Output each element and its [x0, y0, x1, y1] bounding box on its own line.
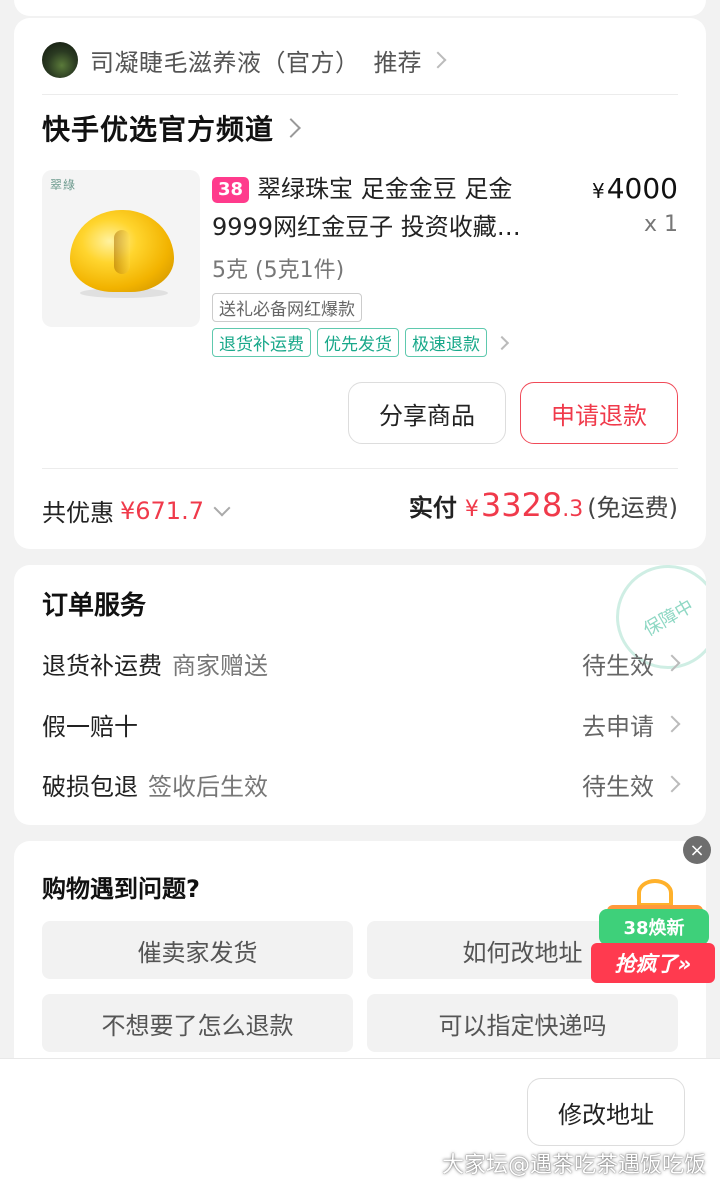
- order-service-card: 订单服务 保障中 退货补运费 商家赠送 待生效 假一赔十 去申请 破损包退 签收…: [14, 565, 706, 825]
- brand-mark: 翠綠: [50, 178, 77, 192]
- product-title[interactable]: 38 翠绿珠宝 足金金豆 足金 9999网红金豆子 投资收藏…: [212, 170, 552, 246]
- order-card: 司凝睫毛滋养液（官方） 推荐 快手优选官方频道 翠綠 38 翠绿珠宝 足金金豆 足…: [14, 18, 706, 549]
- previous-card: [14, 0, 706, 16]
- product-tag-hot: 送礼必备网红爆款: [212, 293, 362, 322]
- service-status: 待生效: [582, 646, 681, 681]
- watermark: 大家坛@遇茶吃茶遇饭吃饭: [441, 1153, 706, 1178]
- channel-link[interactable]: 快手优选官方频道: [42, 108, 301, 148]
- refund-help-button[interactable]: 不想要了怎么退款: [42, 994, 353, 1052]
- shipping-fee: (免运费): [587, 494, 678, 522]
- service-name: 假一赔十: [42, 712, 138, 741]
- discount-label: 共优惠: [42, 499, 114, 527]
- share-product-button[interactable]: 分享商品: [348, 382, 506, 444]
- product-title-line-2: 9999网红金豆子 投资收藏…: [212, 213, 521, 241]
- discount-amount: ¥671.7: [120, 496, 204, 525]
- tag-priority-shipping: 优先发货: [317, 328, 399, 357]
- divider: [42, 94, 678, 95]
- problem-title: 购物遇到问题?: [42, 875, 200, 903]
- product-spec: 5克 (5克1件): [212, 258, 345, 283]
- store-name: 司凝睫毛滋养液（官方）: [90, 48, 360, 77]
- chevron-right-icon: [663, 775, 681, 793]
- gold-bean-highlight: [114, 230, 130, 274]
- chevron-right-icon: [281, 118, 301, 138]
- service-row-return-shipping[interactable]: 退货补运费 商家赠送 待生效: [42, 643, 681, 683]
- store-avatar: [42, 42, 78, 78]
- paid-amount: 实付 ¥ 3328 .3 (免运费): [409, 486, 678, 524]
- paid-integer: 3328: [480, 486, 563, 524]
- paid-currency: ¥: [464, 497, 479, 522]
- product-image[interactable]: 翠綠: [42, 170, 200, 327]
- chevron-right-icon: [663, 715, 681, 733]
- product-quantity: x 1: [643, 212, 678, 237]
- service-row-fake-compensation[interactable]: 假一赔十 去申请: [42, 704, 681, 744]
- gift-bow-icon: [637, 879, 673, 907]
- tag-return-shipping: 退货补运费: [212, 328, 311, 357]
- order-service-title: 订单服务: [42, 591, 147, 621]
- specify-courier-button[interactable]: 可以指定快递吗: [367, 994, 678, 1052]
- channel-title: 快手优选官方频道: [42, 113, 275, 146]
- price-value: 4000: [606, 172, 678, 205]
- product-title-line-1: 38 翠绿珠宝 足金金豆 足金: [212, 170, 552, 208]
- promo-gift-banner[interactable]: 38焕新 抢疯了»: [589, 877, 717, 987]
- divider: [42, 468, 678, 469]
- apply-refund-button[interactable]: 申请退款: [520, 382, 678, 444]
- service-status-text: 去申请: [582, 712, 654, 741]
- store-recommend-label: 推荐: [373, 48, 422, 77]
- service-status: 待生效: [582, 767, 681, 802]
- chevron-right-icon: [429, 51, 446, 69]
- service-tags[interactable]: 退货补运费 优先发货 极速退款: [212, 328, 510, 357]
- service-status: 去申请: [582, 707, 681, 742]
- product-title-text-1: 翠绿珠宝 足金金豆 足金: [257, 175, 513, 203]
- service-status-text: 待生效: [582, 651, 654, 680]
- chevron-right-icon: [494, 335, 510, 350]
- discount-summary[interactable]: 共优惠 ¥671.7: [42, 493, 231, 528]
- service-sub: 商家赠送: [172, 651, 268, 680]
- service-status-text: 待生效: [582, 772, 654, 801]
- paid-label: 实付: [408, 494, 457, 522]
- badge-38-icon: 38: [212, 177, 250, 203]
- close-icon[interactable]: ×: [683, 836, 711, 864]
- paid-decimal: .3: [562, 497, 584, 522]
- modify-address-button[interactable]: 修改地址: [527, 1078, 685, 1146]
- price-currency: ¥: [592, 179, 605, 203]
- promo-bottom-text: 抢疯了»: [591, 943, 715, 983]
- chevron-right-icon: [663, 654, 681, 672]
- bottom-action-bar: 修改地址 大家坛@遇茶吃茶遇饭吃饭: [0, 1058, 720, 1190]
- store-row[interactable]: 司凝睫毛滋养液（官方） 推荐: [42, 40, 446, 80]
- urge-shipping-button[interactable]: 催卖家发货: [42, 921, 353, 979]
- product-price: ¥4000: [592, 172, 678, 205]
- chevron-down-icon: [213, 499, 231, 516]
- promo-top-text: 38焕新: [599, 909, 709, 945]
- service-name: 破损包退: [42, 772, 138, 801]
- service-sub: 签收后生效: [148, 772, 268, 801]
- service-name: 退货补运费: [42, 651, 162, 680]
- tag-fast-refund: 极速退款: [405, 328, 487, 357]
- service-row-damage-return[interactable]: 破损包退 签收后生效 待生效: [42, 764, 681, 804]
